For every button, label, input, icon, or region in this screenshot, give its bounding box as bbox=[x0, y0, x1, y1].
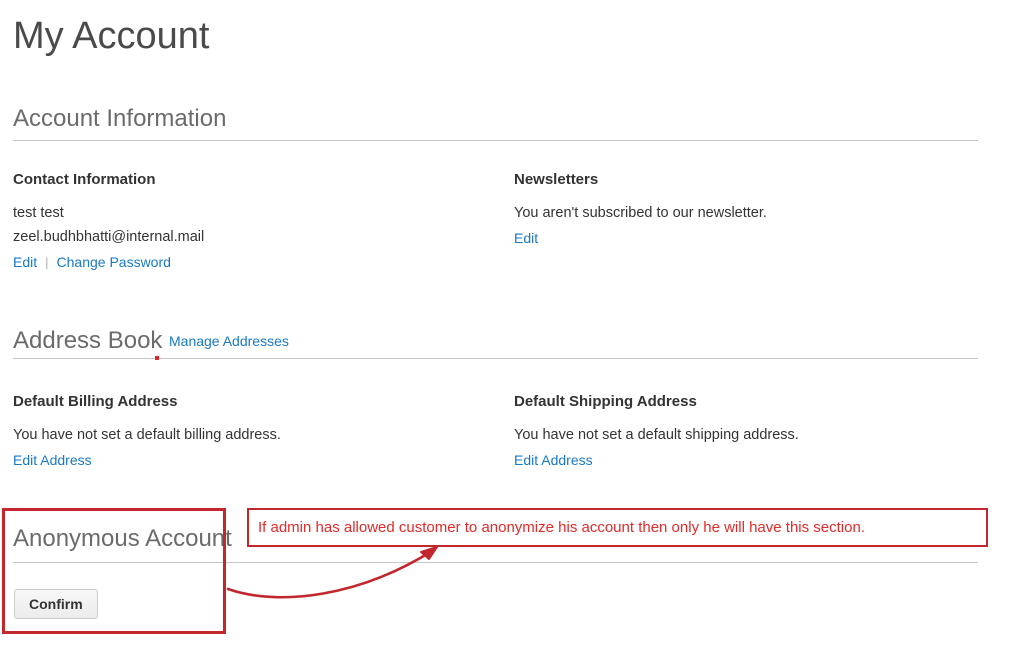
divider-anonymous-account bbox=[13, 562, 978, 563]
edit-newsletter-link[interactable]: Edit bbox=[514, 230, 538, 246]
my-account-page: My Account Account Information Contact I… bbox=[0, 0, 1011, 651]
contact-links: Edit|Change Password bbox=[13, 252, 493, 273]
divider-account-information bbox=[13, 140, 978, 141]
contact-email: zeel.budhbhatti@internal.mail bbox=[13, 225, 493, 249]
default-shipping-address-block: Default Shipping Address You have not se… bbox=[514, 392, 994, 470]
newsletter-status: You aren't subscribed to our newsletter. bbox=[514, 201, 994, 225]
edit-billing-address-link[interactable]: Edit Address bbox=[13, 452, 92, 468]
default-billing-address-heading: Default Billing Address bbox=[13, 392, 493, 412]
red-artifact-dot bbox=[155, 356, 159, 360]
default-billing-address-block: Default Billing Address You have not set… bbox=[13, 392, 493, 470]
section-title-anonymous-account: Anonymous Account bbox=[13, 524, 232, 554]
default-billing-address-status: You have not set a default billing addre… bbox=[13, 423, 493, 447]
contact-information-block: Contact Information test test zeel.budhb… bbox=[13, 170, 493, 273]
edit-shipping-address-link[interactable]: Edit Address bbox=[514, 452, 593, 468]
newsletter-links: Edit bbox=[514, 228, 994, 248]
annotation-note-box: If admin has allowed customer to anonymi… bbox=[247, 508, 988, 547]
shipping-links: Edit Address bbox=[514, 450, 994, 470]
newsletters-heading: Newsletters bbox=[514, 170, 994, 190]
link-separator: | bbox=[37, 255, 56, 270]
section-title-account-information: Account Information bbox=[13, 104, 226, 134]
default-shipping-address-status: You have not set a default shipping addr… bbox=[514, 423, 994, 447]
default-shipping-address-heading: Default Shipping Address bbox=[514, 392, 994, 412]
newsletters-block: Newsletters You aren't subscribed to our… bbox=[514, 170, 994, 248]
contact-name: test test bbox=[13, 201, 493, 225]
manage-addresses-link[interactable]: Manage Addresses bbox=[169, 333, 289, 349]
page-title: My Account bbox=[13, 13, 209, 59]
change-password-link[interactable]: Change Password bbox=[57, 254, 171, 270]
confirm-button[interactable]: Confirm bbox=[14, 589, 98, 619]
annotation-note-text: If admin has allowed customer to anonymi… bbox=[258, 518, 865, 538]
contact-information-heading: Contact Information bbox=[13, 170, 493, 190]
billing-links: Edit Address bbox=[13, 450, 493, 470]
section-title-address-book: Address Book bbox=[13, 326, 162, 356]
edit-contact-link[interactable]: Edit bbox=[13, 254, 37, 270]
